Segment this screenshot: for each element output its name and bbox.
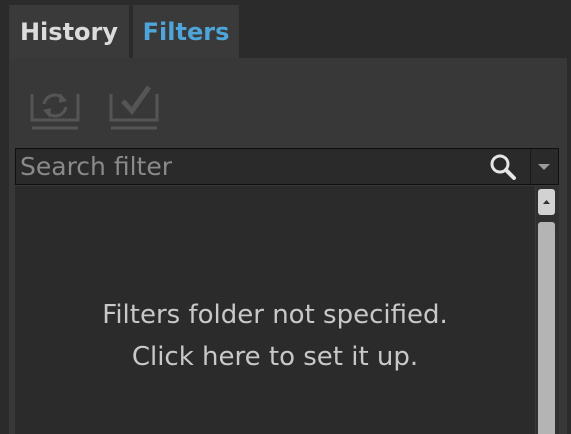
filter-list: Filters folder not specified. Click here… <box>15 186 535 434</box>
empty-message-line2: Click here to set it up. <box>131 342 419 372</box>
apply-filter-button[interactable] <box>108 78 160 130</box>
search-options-dropdown[interactable] <box>531 149 558 184</box>
apply-check-icon <box>109 85 159 130</box>
scroll-thumb[interactable] <box>538 222 555 434</box>
chevron-down-icon <box>538 164 550 170</box>
vertical-scrollbar[interactable] <box>536 186 559 434</box>
arrow-up-icon <box>543 200 550 204</box>
search-button[interactable] <box>488 153 520 181</box>
tab-bar: History Filters <box>0 0 571 58</box>
setup-filters-folder-link[interactable]: Filters folder not specified. Click here… <box>15 294 535 378</box>
empty-message-line1: Filters folder not specified. <box>102 300 448 330</box>
search-icon <box>490 154 516 180</box>
tab-filters[interactable]: Filters <box>133 5 239 58</box>
search-input[interactable] <box>20 149 480 184</box>
tab-filters-label: Filters <box>142 17 230 46</box>
tab-history-label: History <box>19 17 119 46</box>
refresh-filters-button[interactable] <box>29 78 81 130</box>
search-field <box>15 148 559 185</box>
scroll-up-button[interactable] <box>538 189 555 215</box>
refresh-folder-icon <box>30 93 80 130</box>
tab-history[interactable]: History <box>9 5 129 58</box>
